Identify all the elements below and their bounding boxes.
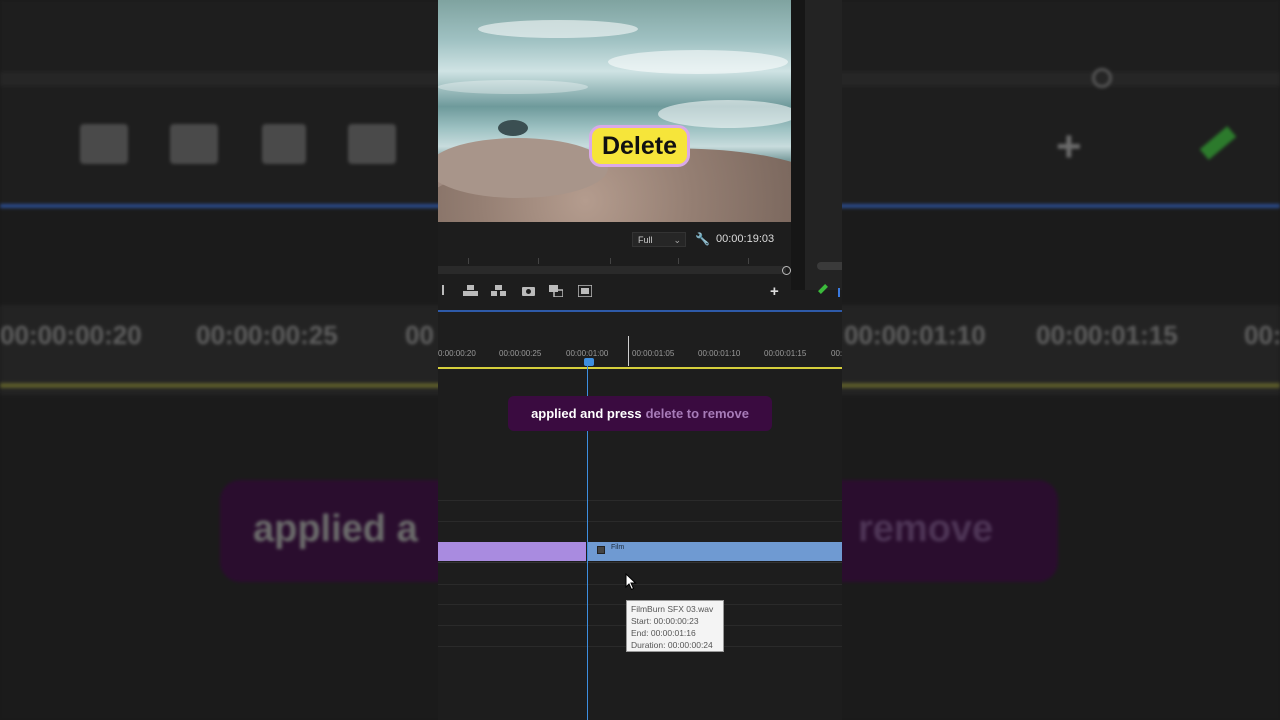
- track-divider: [438, 521, 842, 522]
- mouse-pointer-icon: [625, 572, 637, 596]
- ruler-label: 0:00:00:20: [438, 349, 476, 358]
- wave-foam: [438, 80, 588, 94]
- bg-ruler-label: 00: [405, 320, 434, 350]
- scrubber-ticks: [438, 258, 786, 264]
- panel-divider: [791, 0, 805, 290]
- ruler-label: 00:: [831, 349, 842, 358]
- track-divider: [438, 562, 842, 563]
- caption-white-text: applied and press: [531, 406, 642, 421]
- bg-plus-icon: +: [1056, 122, 1082, 171]
- tooltip-file: FilmBurn SFX 03.wav: [631, 604, 714, 614]
- bg-compare-icon: [348, 124, 396, 164]
- wave-foam: [658, 100, 791, 128]
- wave-foam: [478, 20, 638, 38]
- monitor-toolbar: +: [438, 281, 842, 303]
- comparison-view-icon[interactable]: [549, 285, 563, 297]
- camera-icon[interactable]: [522, 285, 536, 297]
- edit-point-marker: [628, 336, 629, 366]
- wave-foam: [608, 50, 788, 74]
- tooltip-end: End: 00:00:01:16: [631, 628, 696, 638]
- ruler-label: 00:00:01:05: [632, 349, 675, 358]
- editor-panel: Delete Full ⌄ 🔧 00:00:19:03 + 0:00:00:20…: [438, 0, 842, 720]
- bg-camera-icon: [262, 124, 306, 164]
- ruler-label: 00:00:01:00: [566, 349, 609, 358]
- tooltip-duration: Duration: 00:00:00:24: [631, 640, 713, 650]
- playback-scrubber[interactable]: [438, 266, 786, 274]
- work-area-bar[interactable]: [438, 367, 842, 369]
- bg-ruler-label: 00:00:00:20: [0, 320, 142, 350]
- monitor-controls: Full ⌄ 🔧 00:00:19:03: [438, 226, 791, 252]
- ruler-label: 00:00:01:10: [698, 349, 741, 358]
- bg-extract-icon: [170, 124, 218, 164]
- bg-caption-right: remove: [858, 508, 994, 550]
- export-frame-icon[interactable]: [578, 285, 592, 297]
- side-scrollbar[interactable]: [817, 262, 842, 270]
- audio-clip-filmburn[interactable]: Film: [588, 542, 842, 561]
- caption-highlight-text: delete to remove: [645, 406, 749, 421]
- fx-badge-icon: [597, 546, 605, 554]
- ruler-label: 00:00:00:25: [499, 349, 542, 358]
- playback-resolution-select[interactable]: Full ⌄: [632, 232, 686, 247]
- lift-icon[interactable]: [463, 285, 478, 297]
- tooltip-start: Start: 00:00:00:23: [631, 616, 699, 626]
- ruler-label: 00:00:01:15: [764, 349, 807, 358]
- track-divider: [438, 584, 842, 585]
- bg-ruler-label: 00:00:01:10: [844, 320, 986, 350]
- caption-overlay: applied and press delete to remove: [508, 396, 772, 431]
- bg-lift-icon: [80, 124, 128, 164]
- bg-ruler-label: 00:00:00:25: [196, 320, 338, 350]
- marker-icon[interactable]: [838, 288, 842, 297]
- playback-resolution-value: Full: [638, 235, 653, 245]
- track-divider: [438, 500, 842, 501]
- extract-icon[interactable]: [491, 285, 506, 297]
- mark-out-icon[interactable]: [438, 285, 444, 295]
- chevron-down-icon: ⌄: [673, 235, 681, 245]
- playhead-handle[interactable]: [584, 358, 594, 366]
- timeline-ruler[interactable]: 0:00:00:20 00:00:00:25 00:00:01:00 00:00…: [438, 312, 842, 370]
- pen-icon[interactable]: [818, 284, 828, 294]
- plus-icon[interactable]: +: [770, 283, 779, 300]
- program-timecode[interactable]: 00:00:19:03: [716, 233, 774, 245]
- clip-name: Film: [611, 544, 625, 551]
- bg-ruler-label: 00:: [1244, 320, 1280, 350]
- bg-scrubber-knob: [1092, 68, 1112, 88]
- dark-rock: [498, 120, 528, 136]
- bg-caption-left: applied a: [253, 508, 418, 550]
- bg-ruler-label: 00:00:01:15: [1036, 320, 1178, 350]
- side-panel: [805, 0, 842, 290]
- audio-clip-left[interactable]: [438, 542, 586, 561]
- clip-tooltip: FilmBurn SFX 03.wav Start: 00:00:00:23 E…: [626, 600, 724, 652]
- wrench-icon[interactable]: 🔧: [695, 233, 710, 245]
- delete-sticker: Delete: [589, 125, 690, 167]
- scrubber-knob[interactable]: [782, 266, 791, 275]
- program-monitor-preview: Delete: [438, 0, 791, 222]
